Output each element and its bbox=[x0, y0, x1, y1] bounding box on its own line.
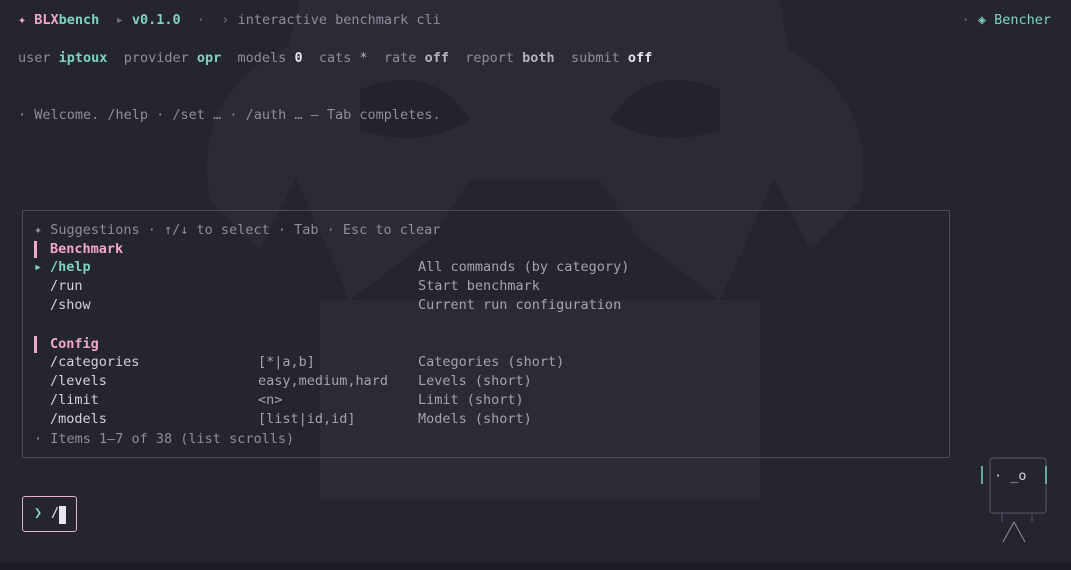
prompt-chevron-icon: ❯ bbox=[34, 505, 43, 521]
status-models-value: 0 bbox=[294, 50, 303, 66]
section-title-benchmark: Benchmark bbox=[50, 241, 124, 257]
selection-pointer-icon: ▸ bbox=[34, 259, 43, 275]
suggestion-command: /limit bbox=[50, 392, 99, 408]
status-submit-label: submit bbox=[570, 50, 620, 66]
status-user-label: user bbox=[18, 50, 51, 66]
suggestion-command: /help bbox=[50, 259, 91, 275]
status-rate-label: rate bbox=[383, 50, 417, 66]
suggestions-header: ✦ Suggestions · ↑/↓ to select · Tab · Es… bbox=[34, 222, 441, 238]
status-user-value: iptoux bbox=[58, 50, 108, 66]
title-bar: ✦ BLXbench ▸ v0.1.0 · › interactive benc… bbox=[18, 11, 441, 30]
suggestion-item-categories[interactable]: /categories [*|a,b] Categories (short) bbox=[23, 354, 949, 373]
status-bar: user iptoux provider opr models 0 cats *… bbox=[18, 49, 652, 68]
sparkle-icon: ✦ bbox=[18, 12, 27, 28]
mascot-face: · _o bbox=[994, 468, 1027, 484]
command-input-value: / bbox=[51, 505, 60, 521]
bottom-strip bbox=[0, 562, 1071, 570]
mascot-robot: · _o bbox=[978, 456, 1050, 548]
app-subtitle: interactive benchmark cli bbox=[237, 12, 441, 28]
suggestion-description: Categories (short) bbox=[418, 354, 565, 370]
command-input[interactable]: ❯ / bbox=[22, 496, 77, 532]
diamond-icon: ◈ bbox=[977, 12, 986, 28]
suggestion-command: /categories bbox=[50, 354, 140, 370]
suggestions-footer: · Items 1–7 of 38 (list scrolls) bbox=[34, 431, 295, 447]
chevron-right-icon: › bbox=[221, 12, 230, 28]
suggestion-command: /show bbox=[50, 297, 91, 313]
suggestion-command: /models bbox=[50, 411, 107, 427]
suggestion-description: Levels (short) bbox=[418, 373, 532, 389]
suggestion-args: [list|id,id] bbox=[258, 411, 356, 427]
suggestion-args: <n> bbox=[258, 392, 283, 408]
suggestion-item-limit[interactable]: /limit <n> Limit (short) bbox=[23, 392, 949, 411]
status-report-value: both bbox=[522, 50, 555, 66]
suggestion-item-show[interactable]: /show Current run configuration bbox=[23, 297, 949, 316]
separator-dot: · bbox=[196, 12, 206, 28]
suggestion-item-models[interactable]: /models [list|id,id] Models (short) bbox=[23, 411, 949, 430]
status-models-label: models bbox=[237, 50, 287, 66]
suggestion-item-run[interactable]: /run Start benchmark bbox=[23, 278, 949, 297]
suggestion-args: [*|a,b] bbox=[258, 354, 315, 370]
triangle-icon: ▸ bbox=[115, 12, 124, 28]
welcome-message: · Welcome. /help · /set … · /auth … — Ta… bbox=[18, 107, 441, 123]
bencher-label: Bencher bbox=[994, 12, 1051, 28]
status-rate-value: off bbox=[424, 50, 449, 66]
status-provider-label: provider bbox=[123, 50, 189, 66]
suggestion-item-levels[interactable]: /levels easy,medium,hard Levels (short) bbox=[23, 373, 949, 392]
suggestion-description: Start benchmark bbox=[418, 278, 540, 294]
suggestion-item-help[interactable]: ▸ /help All commands (by category) bbox=[23, 259, 949, 278]
section-marker bbox=[34, 336, 37, 353]
brand-name-part2: bench bbox=[58, 12, 100, 28]
status-submit-value: off bbox=[627, 50, 653, 66]
suggestion-description: Models (short) bbox=[418, 411, 532, 427]
status-provider-value: opr bbox=[196, 50, 222, 66]
suggestions-panel: ✦ Suggestions · ↑/↓ to select · Tab · Es… bbox=[22, 210, 950, 458]
section-marker bbox=[34, 241, 37, 258]
suggestion-description: All commands (by category) bbox=[418, 259, 630, 275]
brand-name-part1: BLX bbox=[34, 12, 59, 28]
text-cursor bbox=[59, 506, 66, 524]
suggestion-args: easy,medium,hard bbox=[258, 373, 389, 389]
suggestion-description: Limit (short) bbox=[418, 392, 524, 408]
version-label: v0.1.0 bbox=[131, 12, 181, 28]
status-cats-value: * bbox=[359, 50, 368, 66]
suggestion-command: /run bbox=[50, 278, 83, 294]
separator-dot: · bbox=[961, 12, 970, 28]
suggestion-description: Current run configuration bbox=[418, 297, 622, 313]
status-report-label: report bbox=[465, 50, 515, 66]
suggestion-command: /levels bbox=[50, 373, 107, 389]
status-cats-label: cats bbox=[318, 50, 352, 66]
section-title-config: Config bbox=[50, 336, 99, 352]
bencher-indicator: · ◈ Bencher bbox=[962, 11, 1051, 30]
